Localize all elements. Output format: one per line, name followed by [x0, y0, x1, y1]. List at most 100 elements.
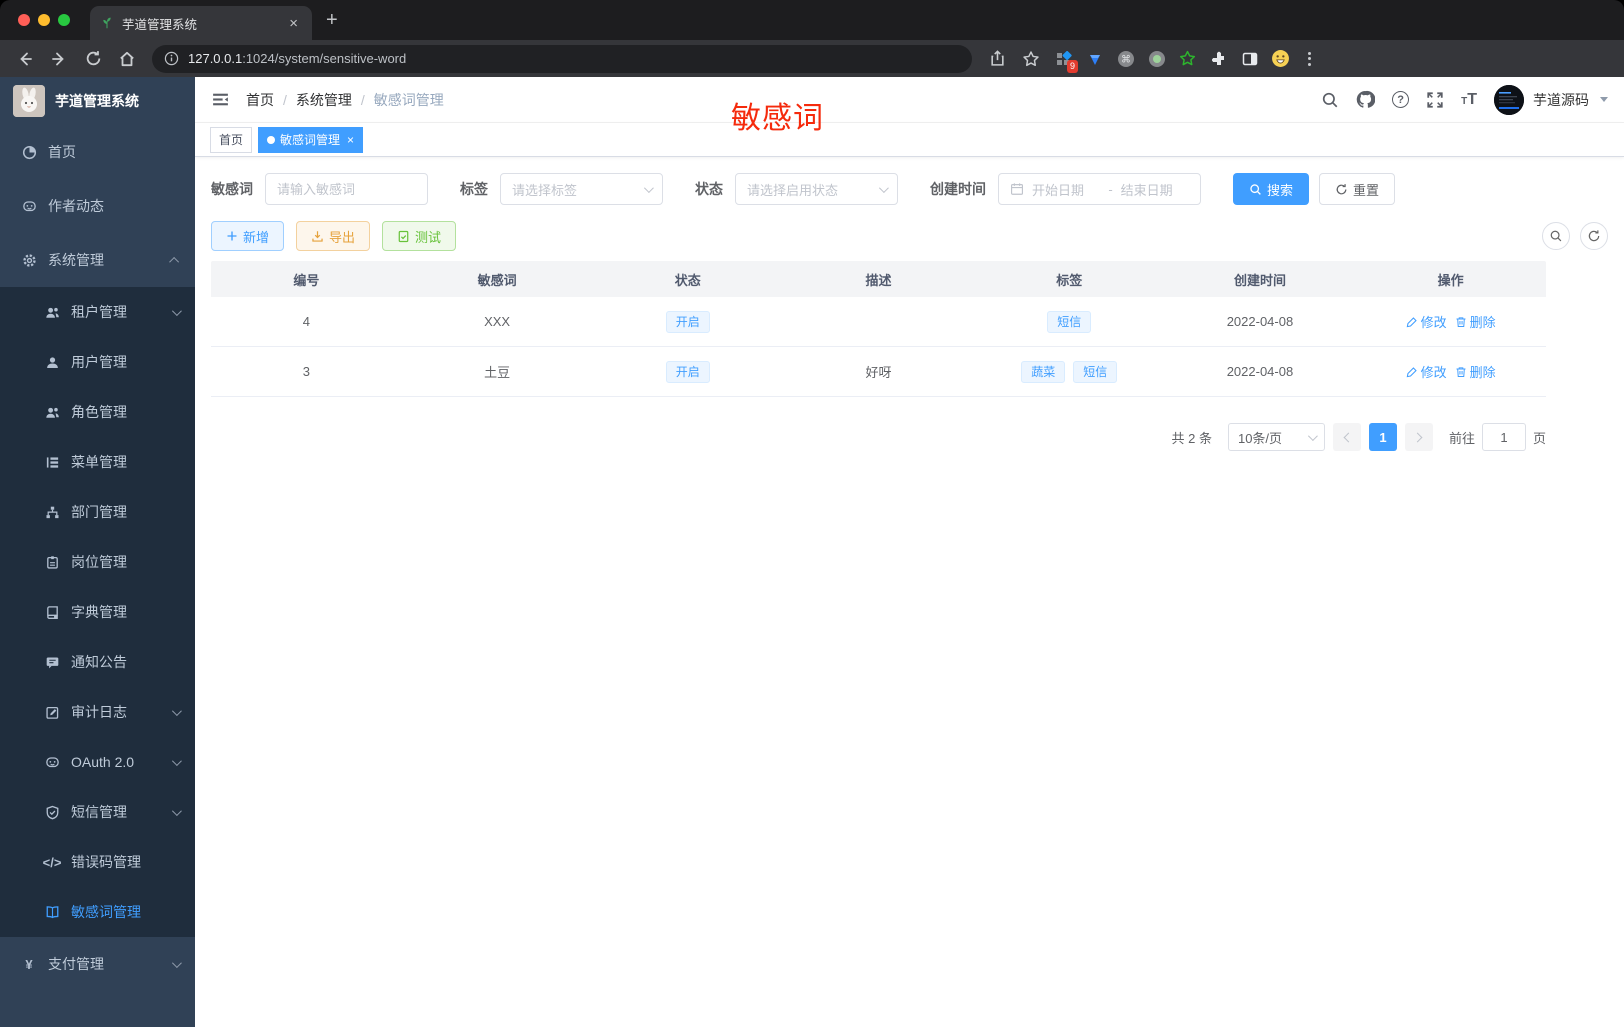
- book-icon: [44, 604, 60, 620]
- prev-page-button[interactable]: [1332, 423, 1361, 451]
- sidebar-item-dict[interactable]: 字典管理: [0, 587, 195, 637]
- page-number-1[interactable]: 1: [1368, 423, 1397, 451]
- sidebar-item-oauth[interactable]: OAuth 2.0: [0, 737, 195, 787]
- page-size-select[interactable]: 10条/页: [1227, 423, 1325, 451]
- url-path: :1024/system/sensitive-word: [242, 51, 407, 66]
- chevron-down-icon: [171, 957, 182, 968]
- breadcrumb-separator: /: [283, 91, 287, 108]
- test-button-label: 测试: [415, 229, 442, 245]
- browser-menu-icon[interactable]: [1298, 51, 1321, 66]
- next-page-button[interactable]: [1404, 423, 1433, 451]
- search-icon[interactable]: [1321, 91, 1339, 109]
- sidebar-item-label: 支付管理: [48, 956, 104, 972]
- search-form: 敏感词 标签 请选择标签 状态 请选择启用状态: [211, 173, 1608, 205]
- share-icon[interactable]: [982, 44, 1012, 74]
- sidebar-item-label: 租户管理: [71, 304, 127, 320]
- minimize-window-button[interactable]: [38, 14, 50, 26]
- sidebar-item-error-code[interactable]: </> 错误码管理: [0, 837, 195, 887]
- extension-gem-icon[interactable]: [1081, 44, 1108, 74]
- sensitive-word-table: 编号 敏感词 状态 描述 标签 创建时间 操作 4 XXX 开启 短信 2022…: [211, 261, 1546, 397]
- page-content: 敏感词 标签 请选择标签 状态 请选择启用状态: [195, 157, 1624, 1027]
- shield-check-icon: [44, 804, 60, 820]
- sidebar-item-dept[interactable]: 部门管理: [0, 487, 195, 537]
- font-size-icon[interactable]: TT: [1461, 91, 1477, 109]
- github-icon[interactable]: [1356, 90, 1376, 109]
- sidebar-item-audit-log[interactable]: 审计日志: [0, 687, 195, 737]
- fullscreen-icon[interactable]: [1426, 91, 1444, 109]
- edit-label: 修改: [1420, 365, 1447, 380]
- search-button[interactable]: 搜索: [1233, 173, 1310, 205]
- goto-page-input[interactable]: [1481, 423, 1526, 451]
- sidebar-item-author-news[interactable]: 作者动态: [0, 179, 195, 233]
- new-tab-button[interactable]: +: [312, 9, 352, 32]
- extension-grid-icon[interactable]: 9: [1050, 44, 1078, 74]
- cell-id: 3: [302, 364, 310, 379]
- sidebar-item-payment[interactable]: ¥ 支付管理: [0, 937, 195, 991]
- tag-close-icon[interactable]: ×: [347, 133, 354, 147]
- tag-select[interactable]: 请选择标签: [500, 173, 663, 205]
- sidebar-toggle-icon[interactable]: [1236, 44, 1263, 74]
- bookmark-star-icon[interactable]: [1016, 44, 1046, 74]
- delete-button[interactable]: 删除: [1455, 312, 1496, 331]
- goto-label: 前往: [1448, 430, 1475, 446]
- edit-button[interactable]: 修改: [1406, 362, 1447, 381]
- extension-command-icon[interactable]: ⌘: [1112, 44, 1139, 74]
- back-icon[interactable]: [10, 44, 40, 74]
- reset-button-label: 重置: [1353, 182, 1380, 198]
- delete-button[interactable]: 删除: [1455, 362, 1496, 381]
- sidebar-item-user[interactable]: 用户管理: [0, 337, 195, 387]
- tab-close-icon[interactable]: ×: [285, 15, 302, 32]
- url-bar[interactable]: 127.0.0.1:1024/system/sensitive-word: [152, 44, 972, 73]
- reload-icon[interactable]: [78, 44, 108, 74]
- extension-record-icon[interactable]: [1143, 44, 1170, 74]
- chevron-down-icon: [171, 705, 182, 716]
- tag-filter-label: 标签: [460, 181, 488, 197]
- add-button-label: 新增: [243, 229, 270, 245]
- sidebar-item-role[interactable]: 角色管理: [0, 387, 195, 437]
- col-created: 创建时间: [1233, 272, 1286, 288]
- sidebar-item-sms[interactable]: 短信管理: [0, 787, 195, 837]
- sidebar-collapse-icon[interactable]: [211, 90, 230, 109]
- sidebar-item-label: 菜单管理: [71, 454, 127, 470]
- site-info-icon[interactable]: [164, 51, 179, 66]
- date-range-picker[interactable]: 开始日期 - 结束日期: [998, 173, 1201, 205]
- show-search-icon[interactable]: [1542, 222, 1570, 250]
- caret-down-icon[interactable]: [1600, 97, 1608, 102]
- tag-sensitive-word[interactable]: 敏感词管理 ×: [258, 126, 364, 153]
- breadcrumb-home[interactable]: 首页: [246, 90, 274, 110]
- reset-button[interactable]: 重置: [1319, 173, 1396, 205]
- sidebar-item-system[interactable]: 系统管理: [0, 233, 195, 287]
- user-avatar[interactable]: [1494, 84, 1524, 115]
- sidebar-item-notice[interactable]: 通知公告: [0, 637, 195, 687]
- status-select[interactable]: 请选择启用状态: [735, 173, 898, 205]
- extension-puzzle-icon[interactable]: [1205, 44, 1232, 74]
- breadcrumb-system[interactable]: 系统管理: [296, 90, 352, 110]
- tag-home[interactable]: 首页: [210, 126, 253, 153]
- add-button[interactable]: 新增: [211, 221, 285, 251]
- extension-star-icon[interactable]: [1174, 44, 1201, 74]
- browser-tab[interactable]: 芋道管理系统 ×: [90, 6, 312, 40]
- zoom-window-button[interactable]: [58, 14, 70, 26]
- forward-icon[interactable]: [44, 44, 74, 74]
- username[interactable]: 芋道源码: [1533, 90, 1589, 110]
- test-button[interactable]: 测试: [382, 221, 457, 251]
- sidebar-item-post[interactable]: 岗位管理: [0, 537, 195, 587]
- macos-traffic-lights: [0, 0, 88, 40]
- sidebar-item-label: 角色管理: [71, 404, 127, 420]
- sidebar-item-tenant[interactable]: 租户管理: [0, 287, 195, 337]
- date-separator: -: [1108, 181, 1113, 197]
- close-window-button[interactable]: [18, 14, 30, 26]
- browser-tabstrip: 芋道管理系统 × +: [0, 0, 1624, 40]
- sidebar-item-menu[interactable]: 菜单管理: [0, 437, 195, 487]
- home-icon[interactable]: [112, 44, 142, 74]
- keyword-input[interactable]: [265, 173, 428, 205]
- refresh-icon[interactable]: [1580, 222, 1608, 250]
- sidebar-item-sensitive-word[interactable]: 敏感词管理: [0, 887, 195, 937]
- help-icon[interactable]: ?: [1392, 91, 1410, 108]
- sidebar-item-home[interactable]: 首页: [0, 125, 195, 179]
- edit-label: 修改: [1420, 315, 1447, 330]
- cell-created: 2022-04-08: [1226, 314, 1294, 329]
- edit-button[interactable]: 修改: [1406, 312, 1447, 331]
- export-button[interactable]: 导出: [296, 221, 371, 251]
- emoji-extension-icon[interactable]: [1267, 44, 1294, 74]
